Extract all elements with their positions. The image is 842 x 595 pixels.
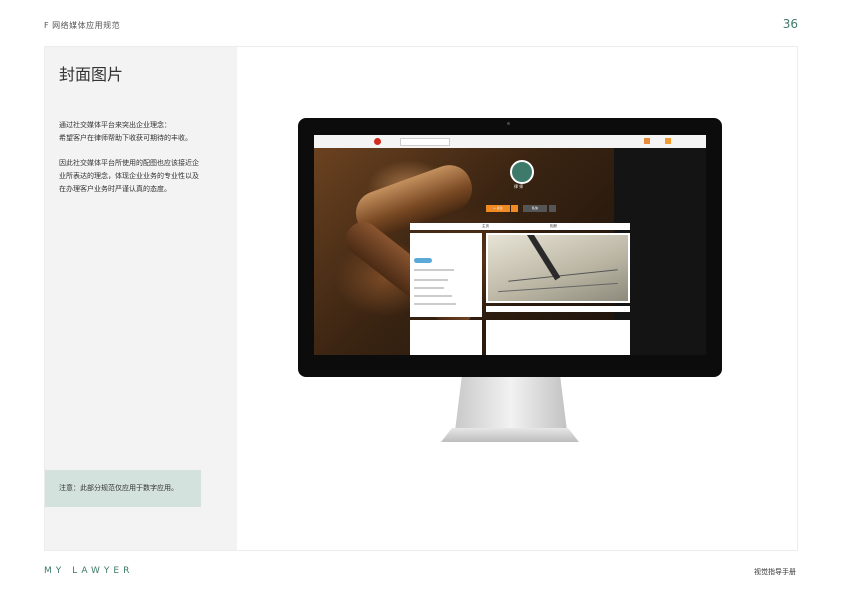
section-label: F 网络媒体应用规范 bbox=[44, 21, 121, 30]
info-line bbox=[414, 295, 452, 297]
brand-logo: MY LAWYER bbox=[44, 566, 134, 576]
text-sidebar: 封面图片 通过社交媒体平台来突出企业理念： 希望客户在律师帮助下收获可期待的丰收… bbox=[45, 47, 237, 550]
side-card bbox=[410, 320, 482, 355]
note-box: 注意：此部分规范仅应用于数字应用。 bbox=[45, 470, 201, 507]
info-line bbox=[414, 303, 456, 305]
note-text: 注意：此部分规范仅应用于数字应用。 bbox=[59, 484, 178, 492]
detail-paragraph: 因此社交媒体平台所使用的配图也应该接近企 业所表达的理念，体现企业业务的专业性以… bbox=[59, 159, 199, 193]
weibo-logo-icon bbox=[374, 138, 381, 145]
rss-icon bbox=[665, 138, 671, 144]
profile-name: 律 师 bbox=[514, 184, 524, 189]
weibo-topbar bbox=[314, 135, 706, 149]
post-action-bar bbox=[486, 306, 630, 312]
notification-icon bbox=[644, 138, 650, 144]
follow-dropdown bbox=[511, 205, 518, 212]
tab-home: 主页 bbox=[482, 224, 489, 228]
handwriting-line bbox=[508, 269, 618, 282]
doc-title: 视觉指导手册 bbox=[754, 568, 796, 576]
status-badge bbox=[414, 258, 432, 263]
tab-album: 相册 bbox=[550, 224, 557, 228]
more-button bbox=[549, 205, 556, 212]
intro-paragraph: 通过社交媒体平台来突出企业理念： 希望客户在律师帮助下收获可期待的丰收。 bbox=[59, 121, 192, 142]
monitor-stand bbox=[455, 377, 567, 431]
info-line bbox=[414, 287, 444, 289]
page-title: 封面图片 bbox=[59, 65, 124, 84]
pen-writing-photo bbox=[488, 235, 628, 301]
search-input bbox=[400, 138, 450, 146]
pen-shape bbox=[525, 235, 561, 281]
handwriting-line bbox=[498, 282, 618, 293]
info-card bbox=[410, 233, 482, 317]
featured-image bbox=[486, 233, 630, 303]
profile-tabs: 主页 相册 bbox=[410, 223, 630, 230]
monitor-mockup: 律 师 + 关注 私信 主页 相册 bbox=[298, 118, 722, 377]
page-number: 36 bbox=[782, 17, 798, 31]
screen: 律 师 + 关注 私信 主页 相册 bbox=[314, 135, 706, 355]
monitor-base bbox=[441, 428, 579, 442]
follow-button: + 关注 bbox=[486, 205, 510, 212]
info-line bbox=[414, 279, 448, 281]
info-line bbox=[414, 269, 454, 271]
message-button: 私信 bbox=[523, 205, 547, 212]
camera-dot bbox=[507, 122, 510, 125]
avatar bbox=[510, 160, 534, 184]
post-card bbox=[486, 320, 630, 355]
